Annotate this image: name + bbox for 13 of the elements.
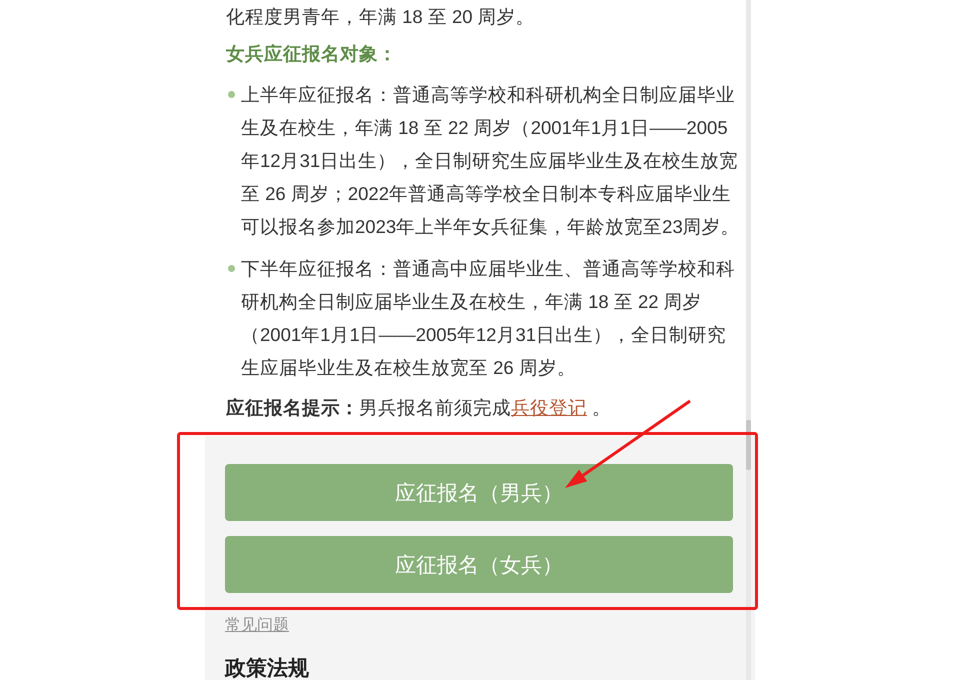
bullet-dot-icon [228, 91, 235, 98]
bullet-text: 上半年应征报名：普通高等学校和科研机构全日制应届毕业生及在校生，年满 18 至 22 周岁（2001年1月1日——2005年12月31日出生），全日制研究生应届毕业生及在校生放宽至 26 周岁；2022年普通高等学校全日制本专科应届毕业生可以报名参加2023年上半年女兵征集，年龄放宽至23周岁。 [241, 83, 741, 239]
registration-tip: 应征报名提示：男兵报名前须完成兵役登记 。 [226, 396, 612, 420]
bullet-dot-icon [228, 265, 235, 272]
enlist-button[interactable]: 应征报名（男兵） [225, 464, 733, 521]
section-title: 政策法规 [225, 657, 309, 680]
paragraph-text: 化程度男青年，年满 18 至 20 周岁。 [226, 5, 536, 29]
enlist-button[interactable]: 应征报名（女兵） [225, 536, 733, 593]
faq-link[interactable]: 常见问题 [225, 616, 289, 636]
registration-link[interactable]: 兵役登记 [511, 397, 587, 418]
bullet-text: 下半年应征报名：普通高中应届毕业生、普通高等学校和科研机构全日制应届毕业生及在校生，年满 18 至 22 周岁（2001年1月1日——2005年12月31日出生），全日制研究生应届毕业生及在校生放宽至 26 周岁。 [241, 257, 736, 380]
scrollbar-thumb[interactable] [746, 420, 751, 470]
section-heading: 女兵应征报名对象： [226, 42, 397, 66]
